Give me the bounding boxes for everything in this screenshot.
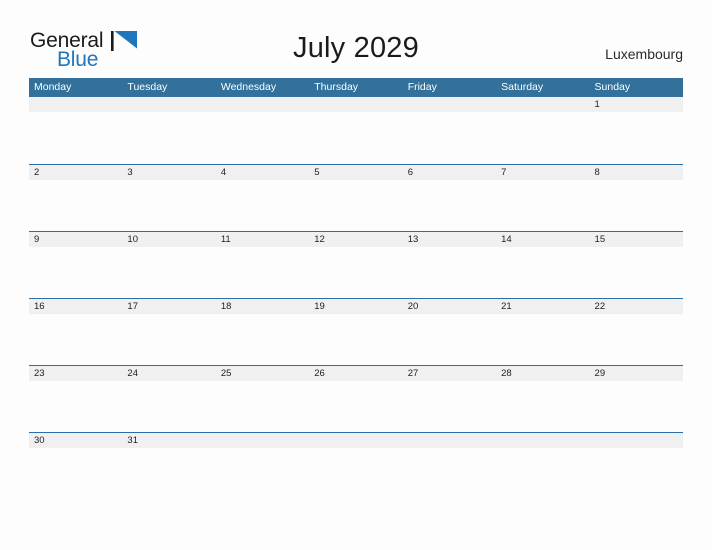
day-cell[interactable]: 2 [29, 165, 122, 180]
day-cell[interactable]: 24 [122, 366, 215, 381]
week-note-area[interactable] [29, 381, 683, 433]
weekday-header-thursday: Thursday [314, 81, 359, 93]
week-row: 23 24 25 26 27 28 29 [29, 365, 683, 433]
day-cell[interactable]: 19 [309, 299, 402, 314]
day-cell[interactable]: 25 [216, 366, 309, 381]
day-cell[interactable] [496, 433, 589, 448]
date-number-band: 16 17 18 19 20 21 22 [29, 299, 683, 314]
week-row: 1 [29, 97, 683, 164]
week-note-area[interactable] [29, 448, 683, 500]
day-cell[interactable] [496, 97, 589, 112]
day-cell[interactable]: 7 [496, 165, 589, 180]
week-note-area[interactable] [29, 180, 683, 232]
day-cell[interactable]: 16 [29, 299, 122, 314]
day-cell[interactable]: 17 [122, 299, 215, 314]
day-cell[interactable]: 5 [309, 165, 402, 180]
weekday-header-tuesday: Tuesday [127, 81, 168, 93]
calendar-page: General Blue July 2029 Luxembourg Monday… [0, 0, 712, 550]
day-cell[interactable]: 20 [403, 299, 496, 314]
day-cell[interactable]: 12 [309, 232, 402, 247]
day-cell[interactable]: 27 [403, 366, 496, 381]
day-cell[interactable] [403, 433, 496, 448]
weekday-header-friday: Friday [407, 81, 437, 93]
day-cell[interactable] [29, 97, 122, 112]
day-cell[interactable] [216, 433, 309, 448]
week-row: 2 3 4 5 6 7 8 [29, 164, 683, 232]
day-cell[interactable]: 26 [309, 366, 402, 381]
day-cell[interactable]: 15 [590, 232, 683, 247]
date-number-band: 9 10 11 12 13 14 15 [29, 232, 683, 247]
day-cell[interactable]: 23 [29, 366, 122, 381]
date-number-band: 23 24 25 26 27 28 29 [29, 366, 683, 381]
calendar-grid: Monday Tuesday Wednesday Thursday Friday… [29, 78, 683, 500]
weekday-header-sunday: Sunday [594, 81, 631, 93]
date-number-band: 2 3 4 5 6 7 8 [29, 165, 683, 180]
day-cell[interactable]: 13 [403, 232, 496, 247]
day-cell[interactable]: 30 [29, 433, 122, 448]
day-cell[interactable]: 29 [590, 366, 683, 381]
page-header: General Blue July 2029 Luxembourg [0, 0, 712, 78]
week-note-area[interactable] [29, 247, 683, 299]
day-cell[interactable]: 1 [590, 97, 683, 112]
week-row: 9 10 11 12 13 14 15 [29, 231, 683, 299]
week-note-area[interactable] [29, 112, 683, 164]
day-cell[interactable]: 31 [122, 433, 215, 448]
day-cell[interactable]: 22 [590, 299, 683, 314]
date-number-band: 1 [29, 97, 683, 112]
day-cell[interactable]: 6 [403, 165, 496, 180]
weekday-header-row: Monday Tuesday Wednesday Thursday Friday… [29, 78, 683, 97]
day-cell[interactable]: 18 [216, 299, 309, 314]
day-cell[interactable]: 14 [496, 232, 589, 247]
weekday-header-monday: Monday [34, 81, 72, 93]
day-cell[interactable] [216, 97, 309, 112]
day-cell[interactable] [309, 433, 402, 448]
day-cell[interactable]: 3 [122, 165, 215, 180]
day-cell[interactable] [590, 433, 683, 448]
day-cell[interactable] [122, 97, 215, 112]
day-cell[interactable]: 9 [29, 232, 122, 247]
week-row: 30 31 [29, 432, 683, 500]
day-cell[interactable]: 10 [122, 232, 215, 247]
day-cell[interactable] [403, 97, 496, 112]
day-cell[interactable]: 21 [496, 299, 589, 314]
day-cell[interactable]: 8 [590, 165, 683, 180]
day-cell[interactable]: 4 [216, 165, 309, 180]
week-note-area[interactable] [29, 314, 683, 366]
weekday-header-saturday: Saturday [501, 81, 544, 93]
weekday-header-wednesday: Wednesday [220, 81, 277, 93]
day-cell[interactable]: 28 [496, 366, 589, 381]
week-row: 16 17 18 19 20 21 22 [29, 298, 683, 366]
date-number-band: 30 31 [29, 433, 683, 448]
location-label: Luxembourg [605, 46, 683, 62]
day-cell[interactable] [309, 97, 402, 112]
day-cell[interactable]: 11 [216, 232, 309, 247]
